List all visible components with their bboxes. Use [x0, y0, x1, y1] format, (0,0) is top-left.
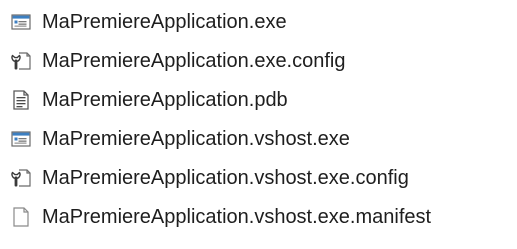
file-name: MaPremiereApplication.pdb [42, 89, 288, 111]
text-document-icon [10, 89, 32, 111]
file-item-vshost-exe[interactable]: MaPremiereApplication.vshost.exe [0, 120, 517, 159]
file-item-exe[interactable]: MaPremiereApplication.exe [0, 3, 517, 42]
file-name: MaPremiereApplication.vshost.exe [42, 128, 350, 150]
config-wrench-icon [10, 50, 32, 72]
file-name: MaPremiereApplication.exe.config [42, 50, 346, 72]
file-name: MaPremiereApplication.vshost.exe.manifes… [42, 206, 432, 228]
file-name: MaPremiereApplication.vshost.exe.config [42, 167, 409, 189]
file-item-exe-config[interactable]: MaPremiereApplication.exe.config [0, 42, 517, 81]
file-list: MaPremiereApplication.exe MaPremiereAppl… [0, 3, 517, 237]
config-wrench-icon [10, 167, 32, 189]
exe-window-icon [10, 128, 32, 150]
blank-file-icon [10, 206, 32, 228]
file-item-vshost-exe-config[interactable]: MaPremiereApplication.vshost.exe.config [0, 159, 517, 198]
file-item-pdb[interactable]: MaPremiereApplication.pdb [0, 81, 517, 120]
file-item-vshost-exe-manifest[interactable]: MaPremiereApplication.vshost.exe.manifes… [0, 198, 517, 237]
file-name: MaPremiereApplication.exe [42, 11, 287, 33]
exe-window-icon [10, 11, 32, 33]
